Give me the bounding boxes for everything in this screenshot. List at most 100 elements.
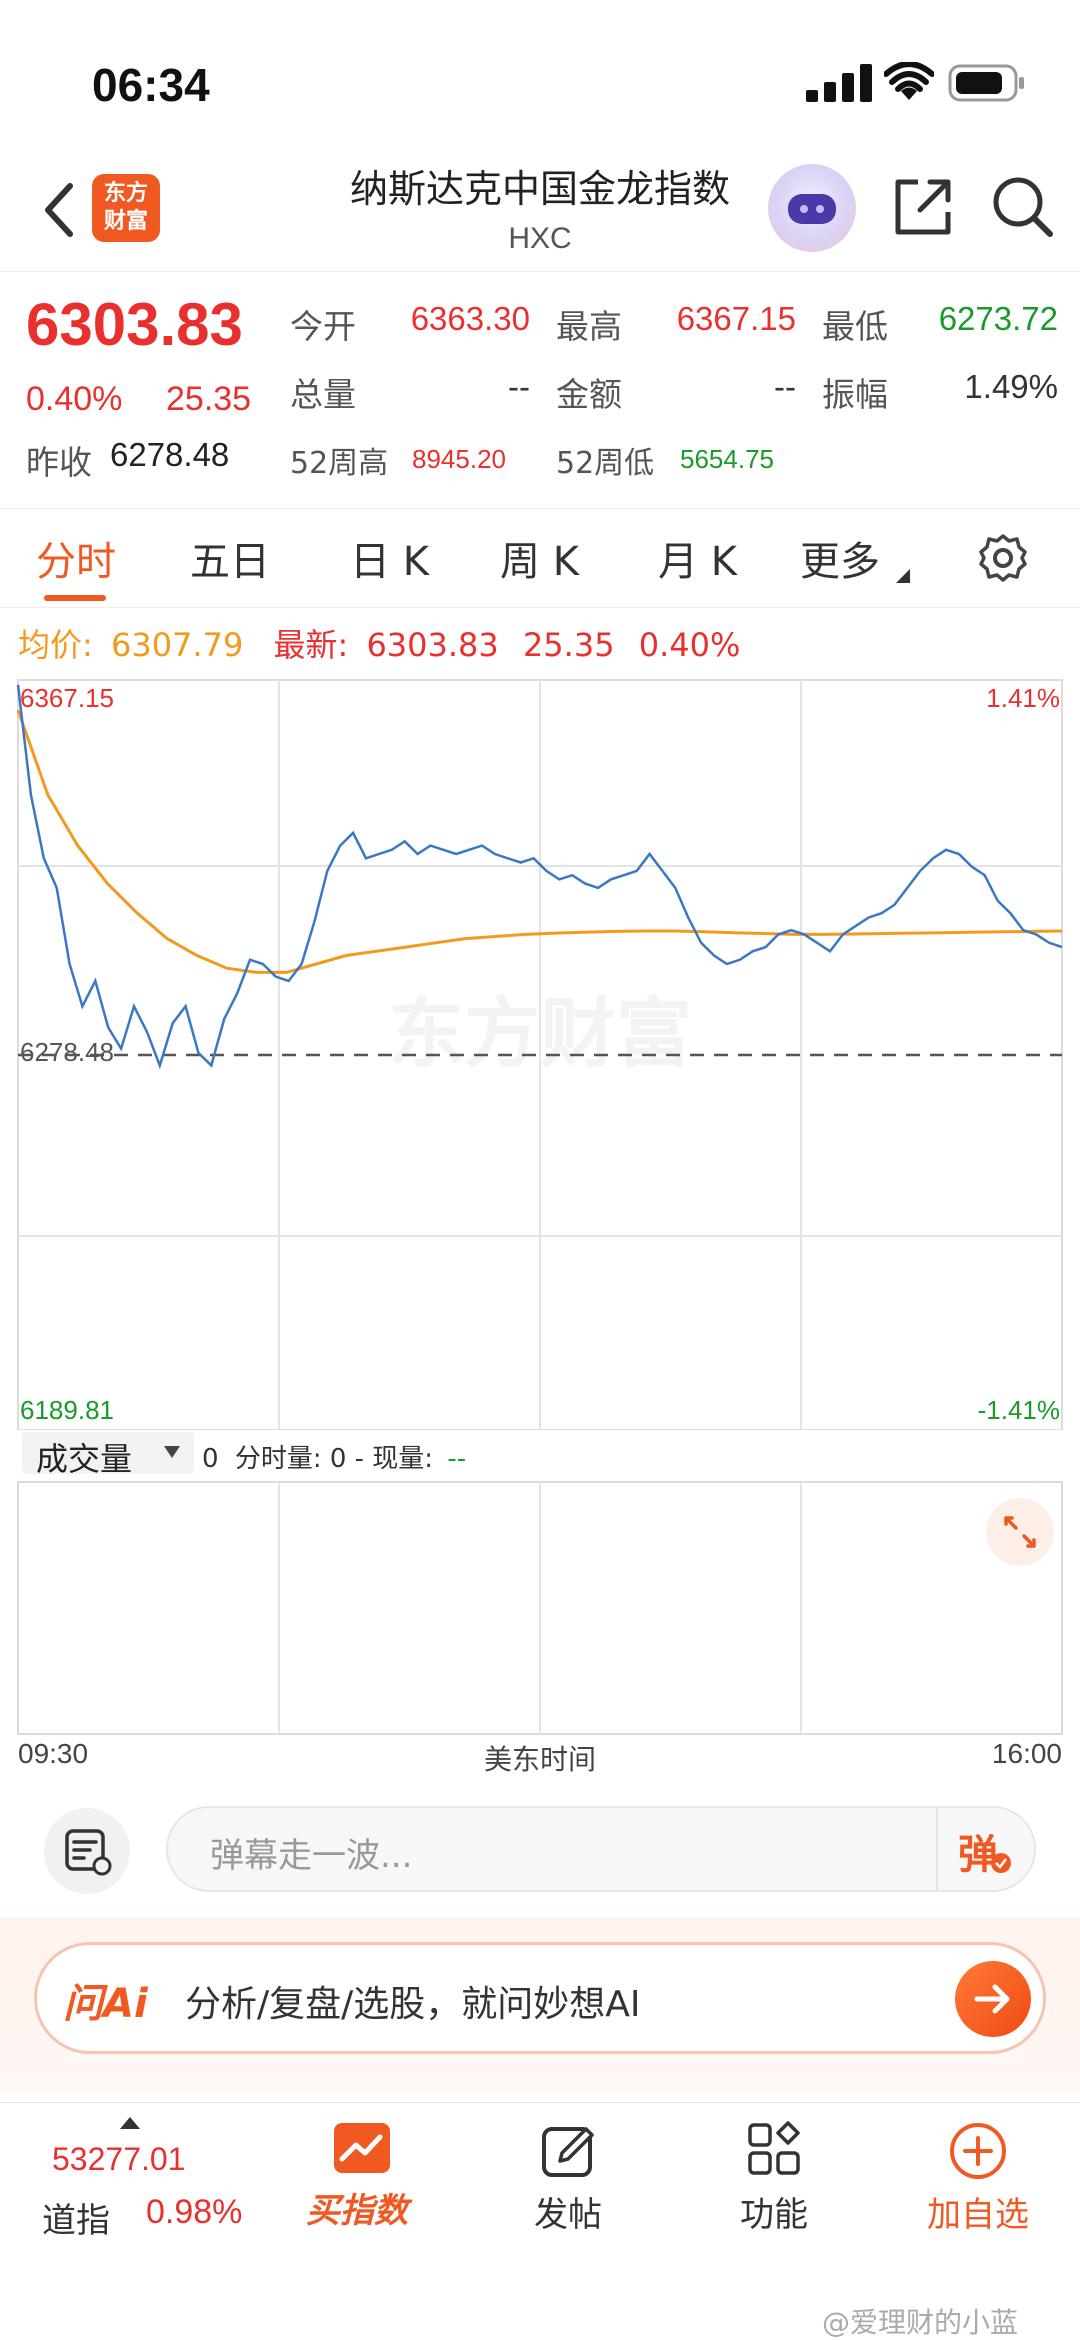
high-value: 6367.15 [676, 300, 796, 337]
nav-functions-label: 功能 [740, 2195, 808, 2235]
ai-submit-button[interactable] [955, 1961, 1031, 2037]
amplitude-label: 振幅 [822, 375, 888, 414]
chart-top-right-label: 1.41% [986, 683, 1060, 713]
prev-close-label: 昨收 [26, 443, 92, 482]
avg-value: 6307.79 [110, 626, 244, 664]
wifi-icon [884, 62, 934, 100]
prev-close-value: 6278.48 [110, 436, 230, 473]
nav-index-value: 53277.01 [52, 2141, 186, 2177]
up-triangle-icon [120, 2117, 140, 2129]
time-start-label: 09:30 [18, 1738, 89, 1769]
add-circle-icon [950, 2123, 1006, 2179]
nav-index-ticker[interactable]: 53277.01 道指 0.98% [20, 2109, 243, 2249]
volume-summary-now: -- [447, 1444, 467, 1474]
ai-prompt-bar[interactable]: 问Ai 分析/复盘/选股，就问妙想AI [34, 1942, 1046, 2054]
high-label: 最高 [556, 307, 622, 346]
active-tab-indicator [44, 595, 106, 601]
change-amount: 25.35 [166, 380, 252, 418]
amplitude-value: 1.49% [964, 368, 1058, 405]
nav-index-name: 道指 [42, 2201, 110, 2241]
expand-icon[interactable] [996, 1498, 1044, 1546]
volume-summary: 0 分时量: 0 - 现量: -- [202, 1438, 466, 1475]
nav-functions[interactable]: 功能 [694, 2117, 854, 2247]
nav-post-label: 发帖 [534, 2195, 602, 2235]
intraday-info-line: 均价: 6307.79 最新: 6303.83 25.35 0.40% [18, 620, 740, 666]
share-icon[interactable] [890, 174, 956, 240]
search-icon[interactable] [990, 174, 1056, 240]
danmu-check-icon [991, 1853, 1011, 1873]
avg-label: 均价: [18, 626, 93, 664]
edit-post-icon [542, 2127, 594, 2177]
tab-daily-k[interactable]: 日 K [350, 529, 429, 587]
volume-panel: 成交量 0 分时量: 0 - 现量: -- 09:30 美东时间 16:00 [0, 1430, 1080, 1780]
chart-baseline-label: 6278.48 [20, 1037, 114, 1067]
logo-text-2: 财富 [103, 209, 148, 234]
w52-high-value: 8945.20 [412, 444, 506, 474]
trend-chart-icon [334, 2123, 390, 2173]
ai-logo: 问Ai [63, 1981, 148, 2027]
latest-value: 6303.83 [366, 626, 499, 664]
danmu-placeholder: 弹幕走一波... [210, 1836, 413, 1876]
logo-text-1: 东方 [103, 181, 148, 206]
tab-weekly-k[interactable]: 周 K [500, 529, 579, 587]
nav-add-watchlist-label: 加自选 [927, 2195, 1029, 2235]
nav-post[interactable]: 发帖 [488, 2117, 648, 2247]
bottom-nav: 53277.01 道指 0.98% 买指数 发帖 功能 加自选 @爱理财的小蓝 [0, 2102, 1080, 2339]
nav-index-percent: 0.98% [146, 2193, 243, 2231]
comment-list-icon[interactable] [44, 1808, 130, 1894]
amount-value: -- [774, 368, 796, 405]
nav-add-watchlist[interactable]: 加自选 [898, 2117, 1058, 2247]
amount-label: 金额 [556, 375, 622, 414]
volume-grid [17, 1481, 1063, 1735]
quote-panel: 6303.83 0.40% 25.35 昨收 6278.48 今开 6363.3… [0, 272, 1080, 502]
ai-assistant-avatar[interactable] [768, 164, 856, 252]
chart-top-left-label: 6367.15 [20, 683, 114, 713]
page-subtitle: HXC [508, 222, 572, 255]
back-icon[interactable] [40, 180, 76, 240]
app-logo: 东方 财富 [92, 174, 160, 242]
w52-high-label: 52周高 [290, 446, 389, 481]
battery-icon [948, 64, 1024, 102]
danmu-input[interactable]: 弹幕走一波... 弹 [166, 1806, 1036, 1892]
chart-bottom-right-label: -1.41% [978, 1395, 1060, 1425]
arrow-right-icon [974, 1984, 1010, 2014]
ai-prompt-text: 分析/复盘/选股，就问妙想AI [185, 1984, 641, 2025]
w52-low-label: 52周低 [556, 446, 655, 481]
apps-grid-icon [748, 2121, 800, 2175]
tab-five-day[interactable]: 五日 [190, 529, 270, 587]
volume-value: -- [508, 368, 530, 405]
volume-summary-mid: 分时量: 0 - 现量: [234, 1444, 434, 1474]
chart-watermark: 东方财富 [388, 989, 692, 1078]
tab-intraday[interactable]: 分时 [36, 529, 116, 587]
chart-svg: 东方财富 6367.15 1.41% 6278.48 6189.81 -1.41… [16, 679, 1063, 1431]
nav-buy-index-label: 买指数 [306, 2191, 408, 2231]
time-zone-label: 美东时间 [483, 1743, 596, 1776]
tab-monthly-k[interactable]: 月 K [658, 529, 737, 587]
volume-selector-label: 成交量 [36, 1440, 133, 1478]
source-watermark: @爱理财的小蓝 [822, 2306, 1019, 2339]
header: 东方 财富 纳斯达克中国金龙指数 HXC [0, 150, 1080, 272]
nav-buy-index[interactable]: 买指数 [282, 2117, 442, 2247]
volume-summary-prefix: 0 [202, 1444, 219, 1474]
dropdown-caret-icon [164, 1446, 180, 1458]
low-label: 最低 [822, 307, 888, 346]
period-tabs: 分时 五日 日 K 周 K 月 K 更多 [0, 508, 1080, 608]
volume-label: 总量 [290, 375, 356, 414]
status-time: 06:34 [92, 59, 210, 111]
intraday-chart[interactable]: 东方财富 6367.15 1.41% 6278.48 6189.81 -1.41… [0, 670, 1080, 1431]
chart-bottom-left-label: 6189.81 [20, 1395, 114, 1425]
volume-selector[interactable]: 成交量 [22, 1432, 194, 1478]
comment-bar: 弹幕走一波... 弹 [0, 1790, 1080, 1910]
low-value: 6273.72 [938, 300, 1058, 337]
settings-gear-icon[interactable] [978, 533, 1028, 583]
more-caret-icon [896, 569, 910, 583]
open-label: 今开 [290, 307, 356, 346]
w52-low-value: 5654.75 [680, 444, 774, 474]
open-value: 6363.30 [410, 300, 530, 337]
tab-more[interactable]: 更多 [800, 529, 880, 587]
change-percent: 0.40% [26, 380, 123, 418]
ai-section: 问Ai 分析/复盘/选股，就问妙想AI [0, 1918, 1080, 2094]
latest-percent: 0.40% [638, 626, 741, 664]
signal-icon [806, 64, 872, 102]
status-bar: 06:34 [0, 0, 1080, 150]
